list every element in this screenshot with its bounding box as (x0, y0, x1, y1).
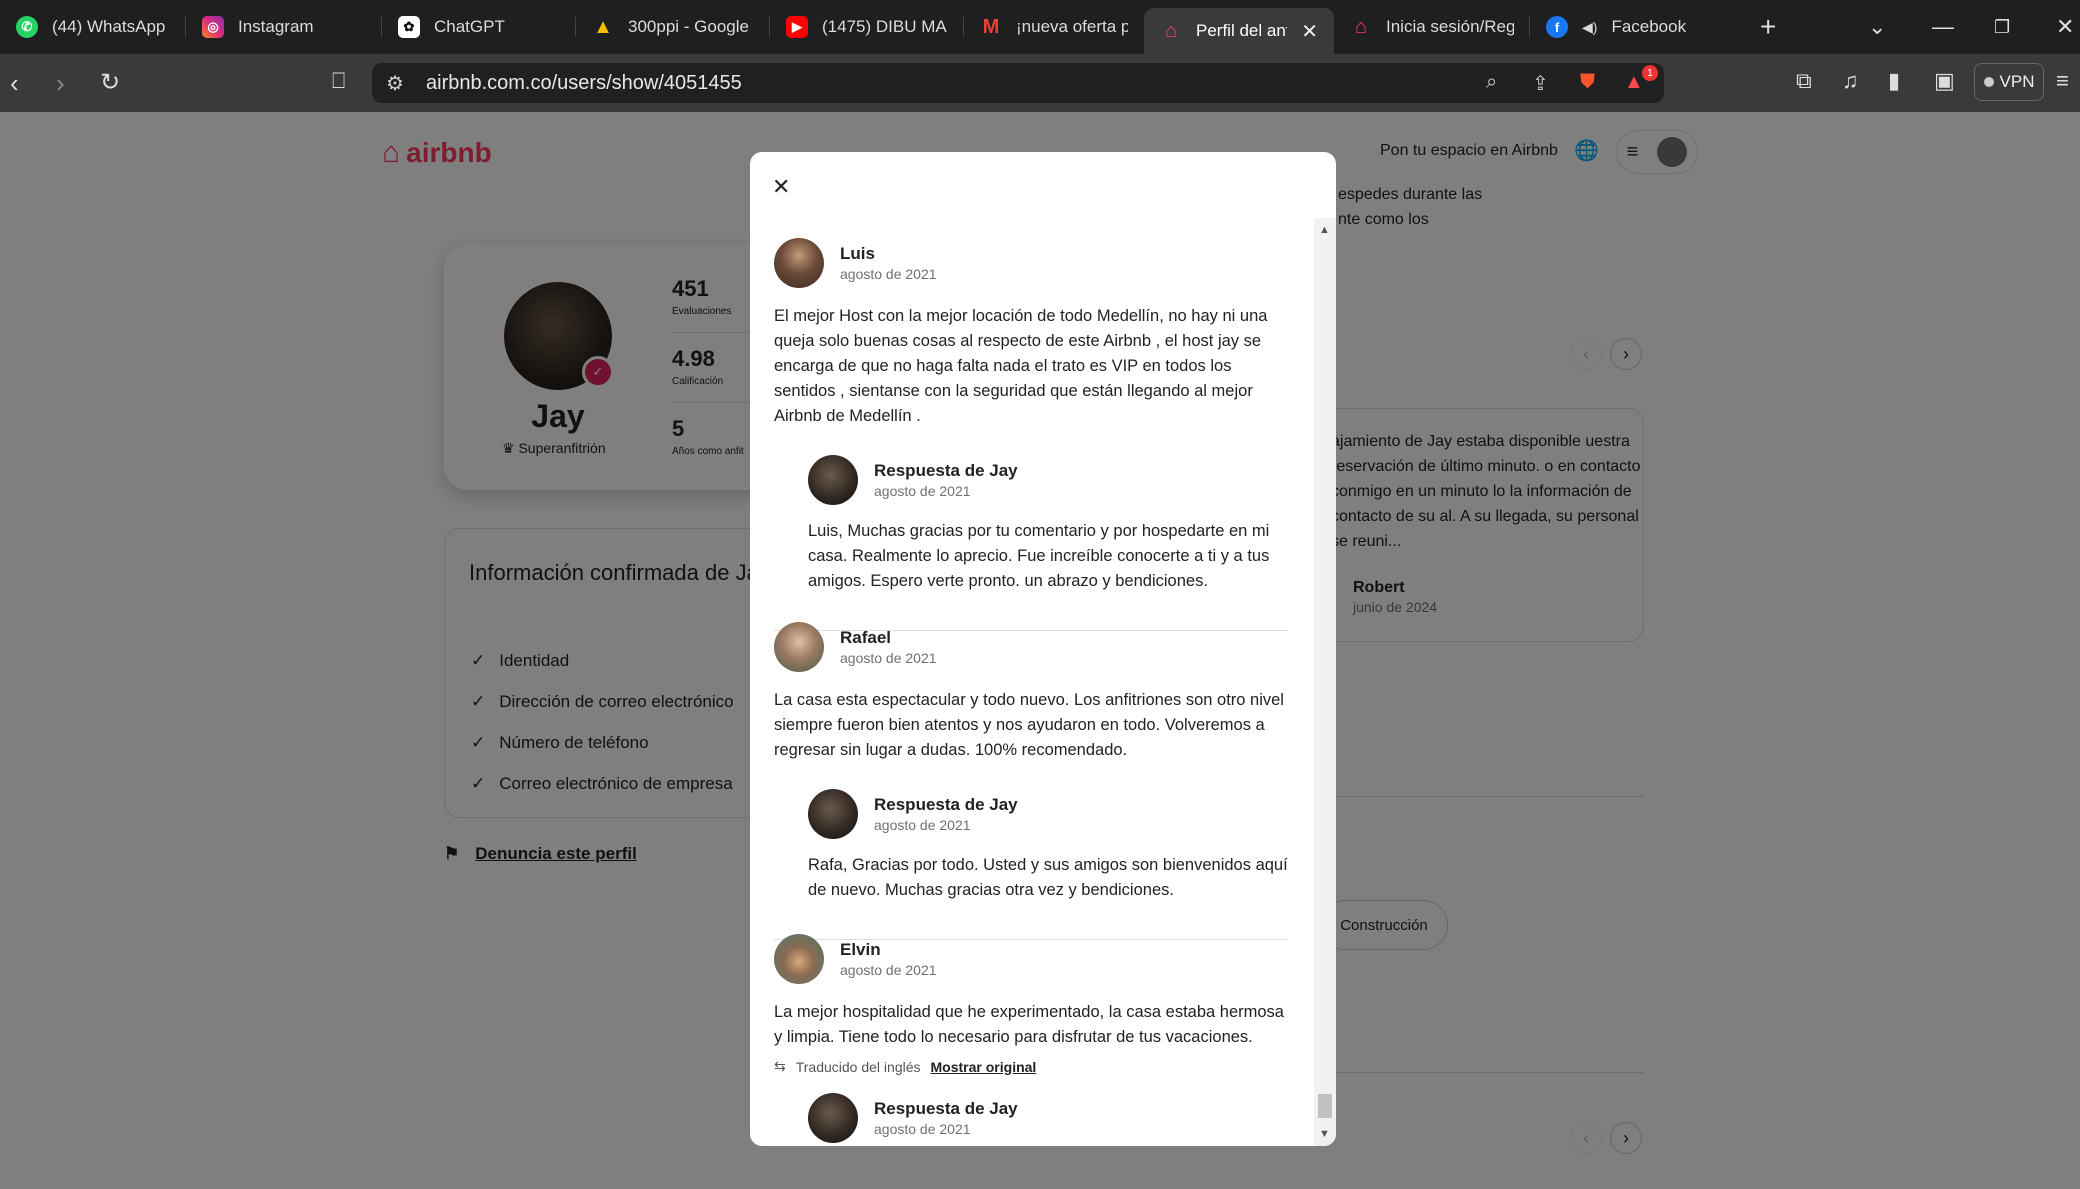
host-reply: Respuesta de Jay agosto de 2021 Luis, Mu… (808, 455, 1294, 594)
wallet-icon[interactable]: ▣ (1934, 68, 1955, 94)
translation-note: ⇆ Traducido del inglés Mostrar original (774, 1058, 1294, 1075)
tab-label: Facebook (1611, 17, 1687, 36)
review-date: agosto de 2021 (840, 650, 937, 666)
scroll-up-icon[interactable]: ▲ (1319, 224, 1330, 236)
address-toolbar: ‹ › ↻ ⎕ ⚙ airbnb.com.co/users/show/40514… (0, 54, 2080, 112)
reply-date: agosto de 2021 (874, 1121, 971, 1137)
reviewer-name: Elvin (840, 940, 881, 959)
instagram-icon: ◎ (202, 16, 224, 38)
reply-text: Rafa, Gracias por todo. Usted y sus amig… (808, 856, 1288, 899)
review-item: Luis agosto de 2021 El mejor Host con la… (774, 238, 1294, 631)
scroll-down-icon[interactable]: ▼ (1319, 1128, 1330, 1140)
url-bar[interactable]: ⚙ airbnb.com.co/users/show/4051455 ⌕ ⇪ ⛊… (372, 63, 1664, 103)
reply-date: agosto de 2021 (874, 817, 971, 833)
tab-label: (1475) DIBU MARTÍ (822, 17, 948, 36)
tab-label: ChatGPT (434, 17, 505, 36)
tab-gmail[interactable]: M ¡nueva oferta para (964, 7, 1144, 47)
host-reply: Respuesta de Jay agosto de 2021 (808, 1093, 1294, 1143)
reviewer-avatar (774, 238, 824, 288)
youtube-icon: ▶ (786, 16, 808, 38)
speaker-icon: ◀) (1582, 18, 1598, 35)
tab-search-icon[interactable]: ⌄ (1868, 0, 1886, 54)
close-icon[interactable]: ✕ (772, 174, 790, 200)
facebook-icon: f (1546, 16, 1568, 38)
tab-label: (44) WhatsApp (52, 17, 166, 36)
restore-button[interactable]: ❐ (1994, 0, 2010, 54)
reply-text: Luis, Muchas gracias por tu comentario y… (808, 522, 1270, 590)
show-original-link[interactable]: Mostrar original (931, 1059, 1037, 1075)
tab-facebook[interactable]: f ◀) Facebook (1530, 7, 1720, 47)
tab-google-drive[interactable]: ▲ 300ppi - Google D (576, 7, 770, 47)
airbnb-icon: ⌂ (1164, 19, 1178, 42)
modal-scrollbar[interactable]: ▲ ▼ (1314, 218, 1336, 1146)
sidebar-icon[interactable]: ▮ (1888, 68, 1900, 94)
translate-icon: ⇆ (774, 1058, 786, 1074)
tab-label: Perfil del anfi (1196, 21, 1288, 40)
bookmark-icon[interactable]: ⎕ (332, 68, 345, 94)
review-date: agosto de 2021 (840, 266, 937, 282)
reviewer-avatar (774, 934, 824, 984)
reply-title: Respuesta de Jay (874, 461, 1018, 480)
extensions-icon[interactable]: ⧉ (1796, 68, 1812, 94)
back-icon[interactable]: ‹ (10, 68, 19, 99)
tab-label: Inicia sesión/Regi (1386, 17, 1514, 36)
reviewer-name: Luis (840, 244, 875, 263)
close-window-button[interactable]: ✕ (2056, 0, 2074, 54)
media-icon[interactable]: ♫ (1842, 68, 1859, 94)
reviewer-name: Rafael (840, 628, 892, 647)
vpn-label: VPN (1999, 72, 2035, 91)
rewards-badge: 1 (1642, 65, 1658, 81)
review-item: Rafael agosto de 2021 La casa esta espec… (774, 622, 1294, 940)
reviewer-avatar (774, 622, 824, 672)
google-drive-icon: ▲ (593, 15, 613, 38)
tab-whatsapp[interactable]: ✆ (44) WhatsApp (0, 7, 186, 47)
review-text: El mejor Host con la mejor locación de t… (774, 307, 1268, 425)
minimize-button[interactable]: — (1932, 0, 1954, 54)
new-tab-button[interactable]: + (1760, 0, 1776, 54)
host-avatar (808, 455, 858, 505)
forward-icon[interactable]: › (56, 68, 65, 99)
tab-label: Instagram (238, 17, 314, 36)
tab-airbnb-login[interactable]: ⌂ Inicia sesión/Regi (1334, 7, 1530, 47)
brave-rewards-icon[interactable]: ▲ (1624, 71, 1644, 94)
tab-chatgpt[interactable]: ✿ ChatGPT (382, 7, 576, 47)
close-tab-icon[interactable]: ✕ (1301, 19, 1318, 44)
zoom-icon[interactable]: ⌕ (1486, 71, 1497, 94)
scrollbar-thumb[interactable] (1318, 1094, 1332, 1118)
reply-title: Respuesta de Jay (874, 1099, 1018, 1118)
tab-label: 300ppi - Google D (628, 17, 754, 36)
reply-date: agosto de 2021 (874, 483, 971, 499)
browser-tab-bar: ✆ (44) WhatsApp ◎ Instagram ✿ ChatGPT ▲ … (0, 0, 2080, 54)
host-avatar (808, 1093, 858, 1143)
site-settings-icon[interactable]: ⚙ (386, 71, 404, 96)
reload-icon[interactable]: ↻ (100, 68, 120, 97)
gmail-icon: M (982, 15, 1000, 38)
chatgpt-icon: ✿ (398, 16, 420, 38)
review-text: La casa esta espectacular y todo nuevo. … (774, 691, 1284, 759)
reviews-list[interactable]: Luis agosto de 2021 El mejor Host con la… (750, 218, 1336, 1146)
reviews-modal: ✕ Luis agosto de 2021 El mejor Host con … (750, 152, 1336, 1146)
vpn-status-icon (1983, 77, 1994, 87)
tab-youtube[interactable]: ▶ (1475) DIBU MARTÍ (770, 7, 964, 47)
vpn-button[interactable]: VPN (1974, 63, 2044, 101)
tab-instagram[interactable]: ◎ Instagram (186, 7, 382, 47)
review-item: Elvin agosto de 2021 La mejor hospitalid… (774, 934, 1294, 1143)
reply-title: Respuesta de Jay (874, 795, 1018, 814)
host-avatar (808, 789, 858, 839)
review-text: La mejor hospitalidad que he experimenta… (774, 1003, 1284, 1046)
translated-label: Traducido del inglés (795, 1058, 921, 1075)
brave-shield-icon[interactable]: ⛊ (1580, 71, 1595, 94)
host-reply: Respuesta de Jay agosto de 2021 Rafa, Gr… (808, 789, 1294, 903)
tab-airbnb-profile[interactable]: ⌂ Perfil del anfi ✕ (1144, 8, 1334, 54)
airbnb-icon: ⌂ (1354, 15, 1368, 38)
tab-label: ¡nueva oferta para (1016, 17, 1128, 36)
review-date: agosto de 2021 (840, 962, 937, 978)
url-text: airbnb.com.co/users/show/4051455 (426, 71, 742, 94)
whatsapp-icon: ✆ (16, 16, 38, 38)
share-icon[interactable]: ⇪ (1532, 71, 1549, 96)
browser-menu-icon[interactable]: ≡ (2056, 68, 2069, 94)
